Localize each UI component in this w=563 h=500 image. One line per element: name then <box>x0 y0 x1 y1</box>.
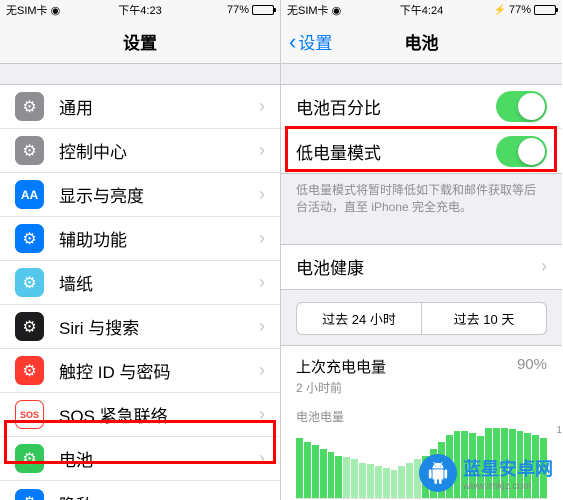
battery-pct-toggle[interactable] <box>496 91 547 122</box>
time-range-tabs: 过去 24 小时 过去 10 天 <box>296 302 547 335</box>
touchid-icon: ⚙ <box>15 356 44 385</box>
settings-row-sos[interactable]: SOS SOS 紧急联络› <box>0 393 280 437</box>
bar <box>312 445 319 498</box>
settings-row-privacy[interactable]: ⚙ 隐私› <box>0 481 280 500</box>
watermark: 蓝星安卓网 www.lmkjz.com <box>419 454 553 492</box>
bar <box>351 459 358 498</box>
settings-row-general[interactable]: ⚙ 通用› <box>0 85 280 129</box>
general-icon: ⚙ <box>15 92 44 121</box>
battery-icon: ⚙ <box>15 444 44 473</box>
tab-10d[interactable]: 过去 10 天 <box>422 303 546 334</box>
row-label: 墙纸 <box>59 270 259 295</box>
settings-row-wallpaper[interactable]: ⚙ 墙纸› <box>0 261 280 305</box>
accessibility-icon: ⚙ <box>15 224 44 253</box>
low-power-mode-row[interactable]: 低电量模式 <box>281 129 562 173</box>
row-label: 电池百分比 <box>296 94 496 119</box>
watermark-text: 蓝星安卓网 <box>463 459 553 479</box>
privacy-icon: ⚙ <box>15 489 44 500</box>
status-bar: 无SIM卡 ◉ 下午4:23 77% <box>0 0 280 20</box>
settings-row-control-center[interactable]: ⚙ 控制中心› <box>0 129 280 173</box>
chevron-right-icon: › <box>541 256 547 277</box>
bar <box>391 470 398 498</box>
wifi-icon: ◉ <box>332 4 342 17</box>
bar <box>383 468 390 497</box>
bar <box>296 438 303 498</box>
wallpaper-icon: ⚙ <box>15 268 44 297</box>
bar <box>367 464 374 498</box>
control-center-icon: ⚙ <box>15 136 44 165</box>
status-time: 下午4:24 <box>400 2 443 18</box>
bar <box>398 466 405 498</box>
carrier-text: 无SIM卡 <box>287 2 329 18</box>
row-label: 电池 <box>59 446 259 471</box>
battery-screen: 无SIM卡 ◉ 下午4:24 ⚡77% ‹设置 电池 电池百分比 低电量模式 低… <box>281 0 562 500</box>
sos-icon: SOS <box>15 400 44 429</box>
bar <box>320 449 327 498</box>
nav-bar: ‹设置 电池 <box>281 20 562 64</box>
status-bar: 无SIM卡 ◉ 下午4:24 ⚡77% <box>281 0 562 20</box>
row-label: 控制中心 <box>59 138 259 163</box>
row-label: 隐私 <box>59 491 259 500</box>
chevron-right-icon: › <box>259 360 265 381</box>
settings-screen: 无SIM卡 ◉ 下午4:23 77% 设置 ⚙通用›⚙控制中心›AA显示与亮度›… <box>0 0 281 500</box>
row-label: 显示与亮度 <box>59 182 259 207</box>
chevron-right-icon: › <box>259 448 265 469</box>
chevron-right-icon: › <box>259 404 265 425</box>
row-label: 辅助功能 <box>59 226 259 251</box>
last-charge-sub: 2 小时前 <box>296 379 547 396</box>
bar <box>406 463 413 498</box>
row-label: 电池健康 <box>296 254 541 279</box>
carrier-text: 无SIM卡 <box>6 2 48 18</box>
last-charge-title: 上次充电电量 <box>296 356 547 377</box>
settings-row-touchid[interactable]: ⚙ 触控 ID 与密码› <box>0 349 280 393</box>
settings-row-siri[interactable]: ⚙ Siri 与搜索› <box>0 305 280 349</box>
y-axis-100: 100% <box>556 425 562 436</box>
row-label: SOS 紧急联络 <box>59 402 259 427</box>
nav-back-button[interactable]: ‹设置 <box>289 29 332 55</box>
bar <box>359 463 366 498</box>
chevron-right-icon: › <box>259 228 265 249</box>
watermark-url: www.lmkjz.com <box>463 481 553 492</box>
battery-icon <box>252 5 274 15</box>
battery-pct-text: 77% <box>227 4 249 16</box>
battery-percentage-row[interactable]: 电池百分比 <box>281 85 562 129</box>
settings-row-display[interactable]: AA 显示与亮度› <box>0 173 280 217</box>
row-label: 通用 <box>59 94 259 119</box>
battery-level-label: 电池电量 <box>296 408 547 425</box>
bar <box>343 457 350 498</box>
bar <box>328 452 335 498</box>
charging-icon: ⚡ <box>494 5 506 16</box>
bar <box>335 456 342 498</box>
tab-24h[interactable]: 过去 24 小时 <box>297 303 422 334</box>
nav-title: 电池 <box>405 29 439 54</box>
row-label: 触控 ID 与密码 <box>59 358 259 383</box>
battery-pct-text: 77% <box>509 4 531 16</box>
chevron-right-icon: › <box>259 316 265 337</box>
battery-icon <box>534 5 556 15</box>
nav-bar: 设置 <box>0 20 280 64</box>
wifi-icon: ◉ <box>51 4 61 17</box>
nav-title: 设置 <box>123 29 157 54</box>
status-time: 下午4:23 <box>118 2 161 18</box>
siri-icon: ⚙ <box>15 312 44 341</box>
row-label: 低电量模式 <box>296 139 496 164</box>
watermark-icon <box>419 454 457 492</box>
bar <box>304 442 311 498</box>
settings-row-battery[interactable]: ⚙ 电池› <box>0 437 280 481</box>
chevron-right-icon: › <box>259 272 265 293</box>
low-power-toggle[interactable] <box>496 136 547 167</box>
last-charge-pct: 90% <box>517 356 547 373</box>
chevron-right-icon: › <box>259 96 265 117</box>
row-label: Siri 与搜索 <box>59 314 259 339</box>
low-power-footer: 低电量模式将暂时降低如下载和邮件获取等后台活动，直至 iPhone 完全充电。 <box>281 174 562 224</box>
settings-row-accessibility[interactable]: ⚙ 辅助功能› <box>0 217 280 261</box>
nav-back-label: 设置 <box>298 29 332 54</box>
display-icon: AA <box>15 180 44 209</box>
bar <box>375 466 382 498</box>
chevron-right-icon: › <box>259 140 265 161</box>
chevron-right-icon: › <box>259 493 265 500</box>
battery-health-row[interactable]: 电池健康 › <box>281 245 562 289</box>
chevron-right-icon: › <box>259 184 265 205</box>
chevron-left-icon: ‹ <box>289 29 296 55</box>
